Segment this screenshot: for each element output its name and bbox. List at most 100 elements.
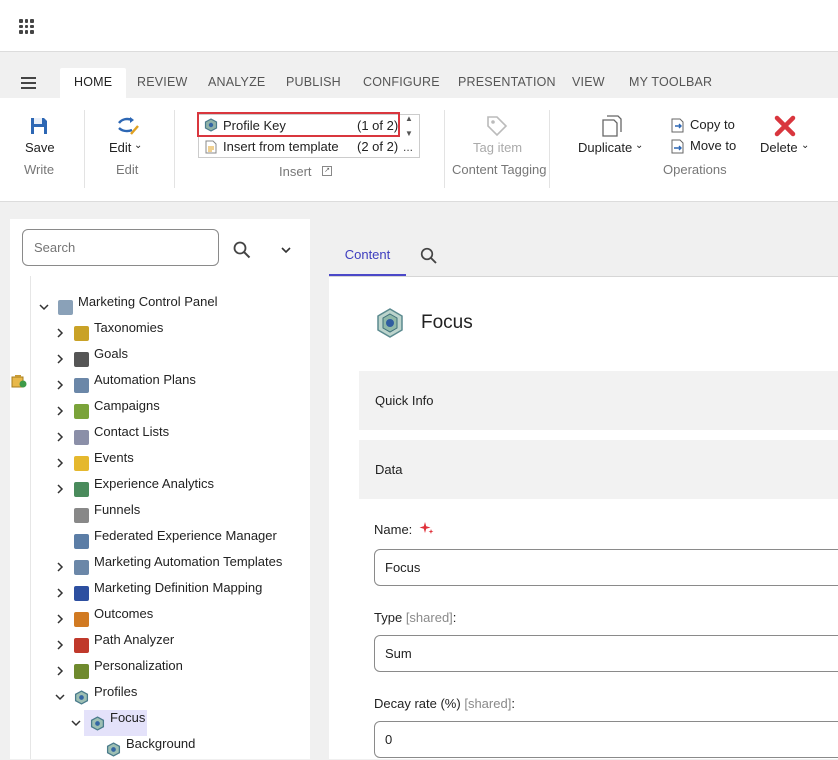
tree-item-label[interactable]: Path Analyzer [94, 627, 174, 653]
tree-item-label[interactable]: Campaigns [94, 393, 160, 419]
content-tagging-group-label: Content Tagging [452, 162, 547, 177]
profile-icon [106, 742, 121, 757]
chevron-right-icon[interactable] [55, 562, 65, 572]
chevron-down-icon[interactable] [55, 692, 65, 702]
tree-item-label[interactable]: Contact Lists [94, 419, 169, 445]
tab-configure[interactable]: CONFIGURE [363, 68, 440, 98]
tag-icon [487, 116, 508, 137]
tree-item-label[interactable]: Focus [110, 705, 145, 731]
menu-icon[interactable] [21, 77, 36, 92]
search-input[interactable] [22, 229, 219, 266]
type-field[interactable]: Sum [374, 635, 838, 672]
tree-item-label[interactable]: Marketing Definition Mapping [94, 575, 262, 601]
tree-item-label[interactable]: Experience Analytics [94, 471, 214, 497]
chevron-right-icon[interactable] [55, 354, 65, 364]
edit-icon[interactable] [116, 114, 140, 138]
search-icon[interactable] [420, 247, 437, 264]
name-label: Name: [374, 521, 434, 537]
copy-to-icon [671, 118, 684, 133]
divider [84, 110, 85, 188]
tree-item-label[interactable]: Events [94, 445, 134, 471]
chevron-right-icon[interactable] [55, 432, 65, 442]
scroll-up-icon[interactable]: ▲ [405, 114, 413, 123]
decay-rate-label: Decay rate (%) [shared]: [374, 696, 515, 711]
chevron-down-icon[interactable] [281, 247, 291, 253]
move-to-icon [671, 139, 684, 154]
chevron-right-icon[interactable] [55, 640, 65, 650]
section-quick-info[interactable]: Quick Info [359, 371, 838, 430]
control-panel-icon [58, 300, 73, 315]
chevron-right-icon[interactable] [55, 406, 65, 416]
tree-item-label[interactable]: Automation Plans [94, 367, 196, 393]
shared-tag: [shared] [405, 610, 453, 625]
chevron-down-icon[interactable] [71, 718, 81, 728]
automation-icon [74, 378, 89, 393]
chevron-right-icon[interactable] [55, 666, 65, 676]
tree-item-label[interactable]: Goals [94, 341, 128, 367]
tree-item-label[interactable]: Personalization [94, 653, 183, 679]
save-button[interactable]: Save [25, 140, 55, 155]
network-icon [74, 534, 89, 549]
list-icon [74, 430, 89, 445]
scroll-down-icon[interactable]: ▼ [405, 129, 413, 138]
operations-group-label: Operations [663, 162, 727, 177]
chevron-right-icon[interactable] [55, 458, 65, 468]
chevron-right-icon[interactable] [55, 328, 65, 338]
delete-icon[interactable] [773, 114, 797, 138]
tree-item-label[interactable]: Profiles [94, 679, 137, 705]
campaign-icon [74, 404, 89, 419]
tab-review[interactable]: REVIEW [137, 68, 188, 98]
decay-rate-label-text: Decay rate (%) [374, 696, 461, 711]
write-group-label: Write [24, 162, 55, 177]
tree-item-label[interactable]: Funnels [94, 497, 140, 523]
insert-group-label: Insert [279, 164, 312, 179]
tag-item-button[interactable]: Tag item [473, 140, 522, 155]
template-icon [205, 140, 217, 154]
delete-button[interactable]: Delete [760, 140, 798, 155]
copy-to-button[interactable]: Copy to [690, 117, 735, 132]
tab-presentation[interactable]: PRESENTATION [458, 68, 556, 98]
tree-item-label[interactable]: Background [126, 731, 195, 757]
tree-item-label[interactable]: Outcomes [94, 601, 153, 627]
name-field[interactable]: Focus [374, 549, 838, 586]
divider [549, 110, 550, 188]
tree-item-label[interactable]: Federated Experience Manager [94, 523, 277, 549]
search-icon[interactable] [233, 241, 251, 259]
gutter-icon [11, 375, 27, 388]
tab-content[interactable]: Content [329, 236, 406, 276]
outcome-icon [74, 612, 89, 627]
save-icon[interactable] [29, 116, 49, 136]
chevron-down-icon[interactable] [39, 302, 49, 312]
decay-rate-field[interactable]: 0 [374, 721, 838, 758]
chevron-down-icon[interactable]: ⌄ [801, 140, 809, 151]
divider [444, 110, 445, 188]
automation-icon [74, 560, 89, 575]
edit-group-label: Edit [116, 162, 139, 177]
tab-my-toolbar[interactable]: MY TOOLBAR [629, 68, 712, 98]
more-icon[interactable]: ... [403, 140, 413, 154]
section-data[interactable]: Data [359, 440, 838, 499]
ai-sparkle-icon[interactable] [419, 521, 434, 536]
duplicate-button[interactable]: Duplicate [578, 140, 632, 155]
insert-item-from-template[interactable]: Insert from template [223, 139, 339, 154]
chevron-down-icon[interactable]: ⌄ [134, 140, 142, 151]
books-icon [74, 326, 89, 341]
tab-view[interactable]: VIEW [572, 68, 605, 98]
tree-item-label[interactable]: Taxonomies [94, 315, 163, 341]
chevron-right-icon[interactable] [55, 588, 65, 598]
expand-dialog-icon[interactable]: ↗ [322, 166, 332, 176]
chevron-right-icon[interactable] [55, 484, 65, 494]
chevron-right-icon[interactable] [55, 380, 65, 390]
tree-item-label[interactable]: Marketing Automation Templates [94, 549, 282, 575]
tab-home[interactable]: HOME [60, 68, 127, 98]
duplicate-icon[interactable] [600, 114, 624, 138]
name-label-text: Name: [374, 522, 413, 537]
move-to-button[interactable]: Move to [690, 138, 736, 153]
apps-grid-icon[interactable] [19, 19, 34, 34]
chevron-down-icon[interactable]: ⌄ [635, 140, 643, 151]
tab-analyze[interactable]: ANALYZE [208, 68, 265, 98]
chevron-right-icon[interactable] [55, 614, 65, 624]
tab-publish[interactable]: PUBLISH [286, 68, 341, 98]
tree-item-label[interactable]: Marketing Control Panel [78, 289, 217, 315]
edit-button[interactable]: Edit [109, 140, 131, 155]
